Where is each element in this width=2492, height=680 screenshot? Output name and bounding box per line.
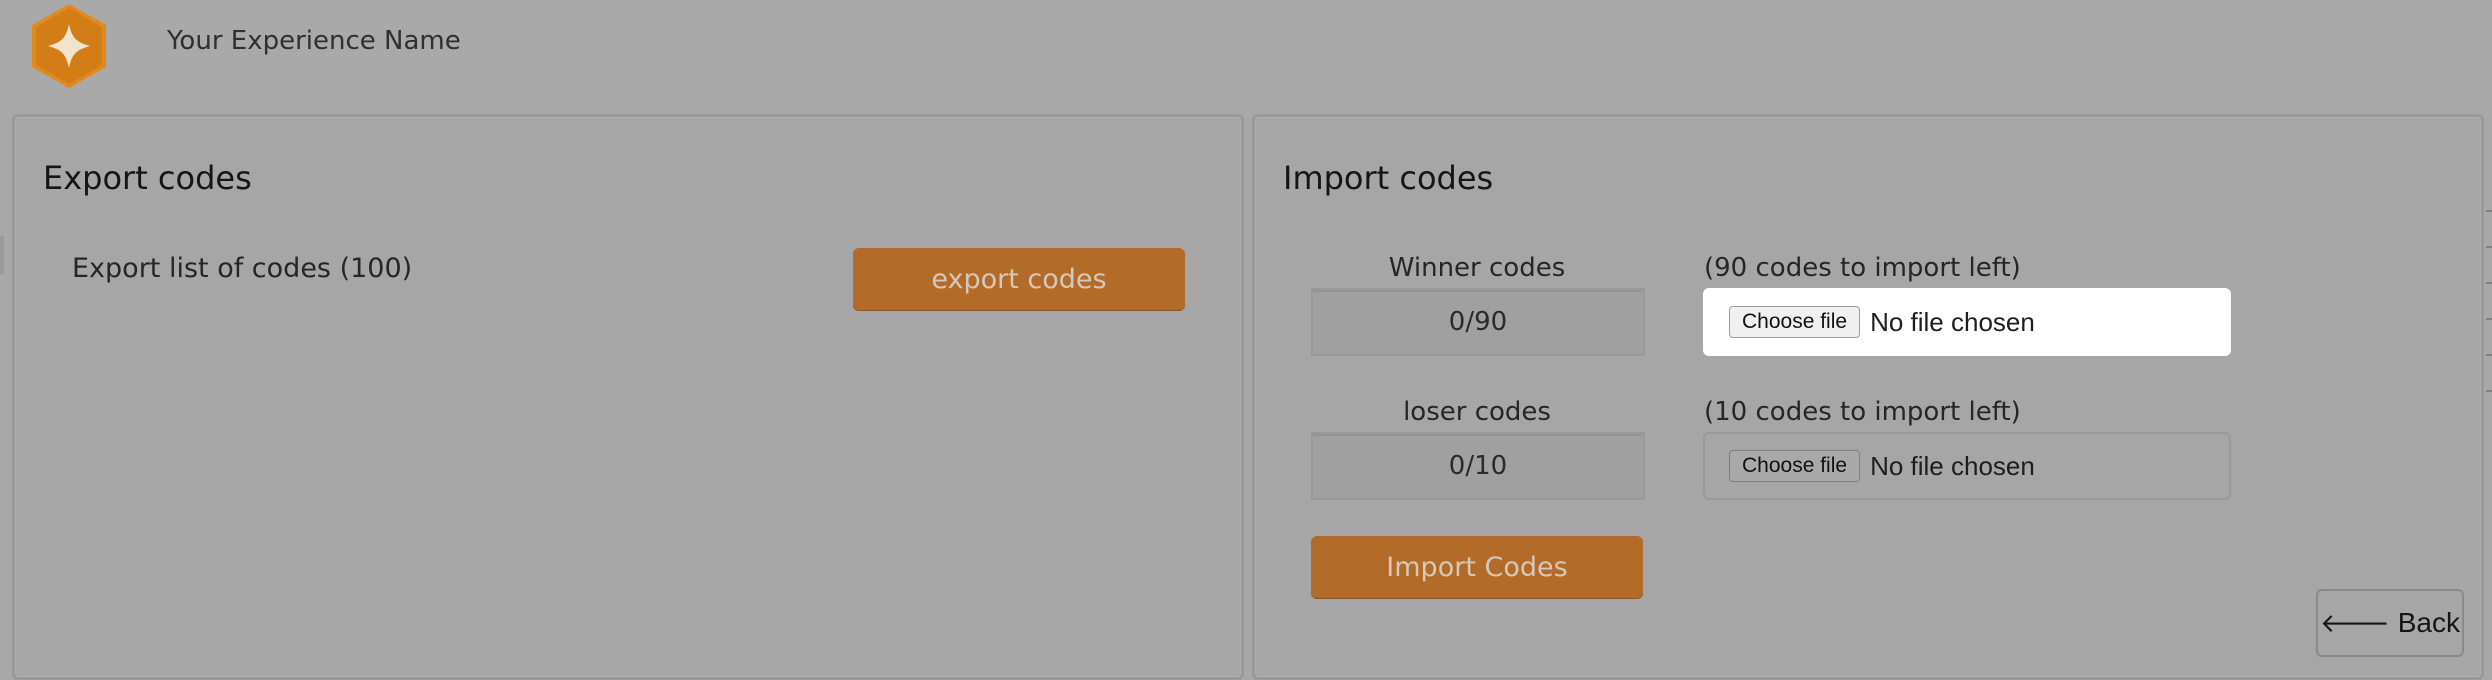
loser-file-status: No file chosen (1870, 450, 2035, 481)
loser-codes-remaining: (10 codes to import left) (1704, 397, 2021, 427)
loser-file-input[interactable]: Choose file No file chosen (1703, 432, 2231, 500)
arrow-left-icon: 🡐 (2320, 607, 2390, 638)
export-codes-panel: Export codes Export list of codes (100) … (12, 114, 1244, 680)
top-bar: Your Experience Name (0, 0, 2492, 112)
winner-codes-remaining: (90 codes to import left) (1704, 253, 2021, 283)
star-hexagon-logo-icon (32, 4, 106, 88)
winner-choose-file-button[interactable]: Choose file (1729, 306, 1861, 338)
export-list-label: Export list of codes (100) (72, 253, 413, 284)
back-button[interactable]: 🡐 Back (2316, 589, 2464, 657)
winner-file-status: No file chosen (1870, 306, 2035, 337)
export-panel-title: Export codes (43, 159, 252, 197)
back-button-label: Back (2397, 607, 2460, 638)
import-codes-button[interactable]: Import Codes (1311, 536, 1643, 598)
left-edge-marker (0, 236, 4, 274)
import-codes-panel: Import codes Winner codes 0/90 (90 codes… (1252, 114, 2484, 680)
winner-file-input[interactable]: Choose file No file chosen (1703, 288, 2231, 356)
winner-codes-count: 0/90 (1311, 288, 1645, 356)
export-codes-button[interactable]: export codes (853, 248, 1185, 310)
app-title: Your Experience Name (167, 26, 461, 56)
winner-codes-label: Winner codes (1388, 253, 1566, 283)
loser-codes-label: loser codes (1403, 397, 1551, 427)
loser-codes-count: 0/10 (1311, 432, 1645, 500)
import-panel-title: Import codes (1283, 159, 1494, 197)
right-edge-markers (2486, 210, 2492, 440)
loser-choose-file-button[interactable]: Choose file (1729, 450, 1861, 482)
